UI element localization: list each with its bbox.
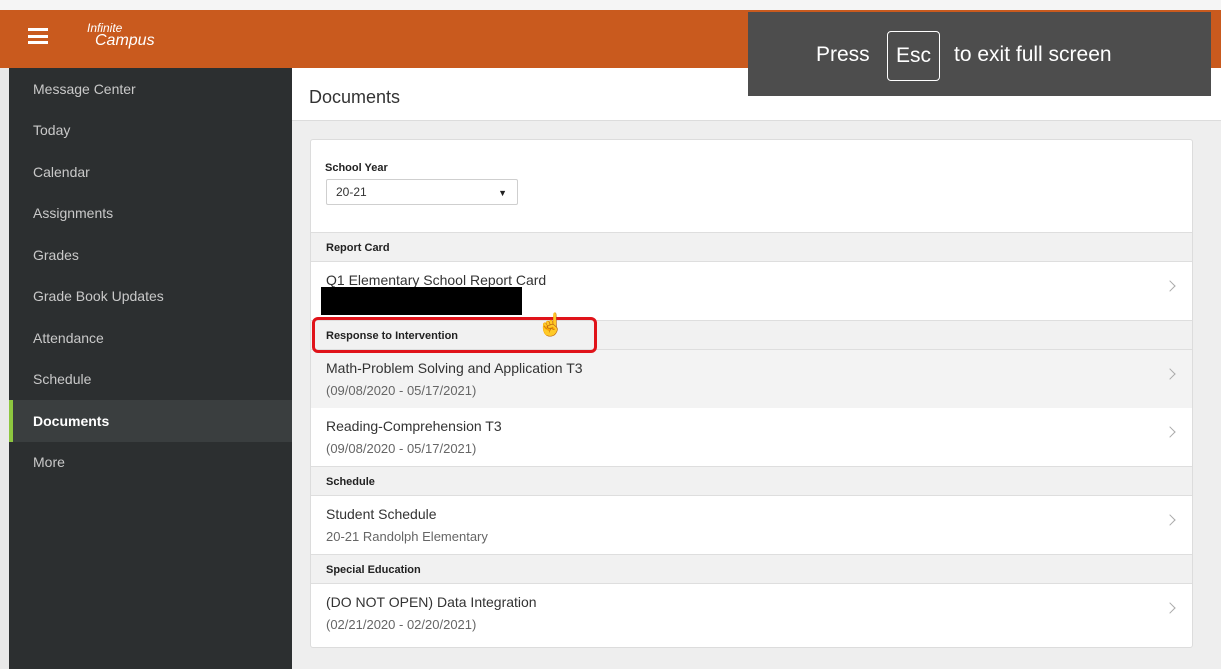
fullscreen-rest-text: to exit full screen bbox=[954, 43, 1112, 66]
sidebar-item-grade-book-updates[interactable]: Grade Book Updates bbox=[9, 276, 292, 318]
esc-key-icon: Esc bbox=[887, 31, 940, 81]
document-title: Q1 Elementary School Report Card bbox=[326, 272, 547, 288]
sidebar-item-more[interactable]: More bbox=[9, 442, 292, 484]
chevron-right-icon bbox=[1164, 602, 1176, 614]
sidebar-item-today[interactable]: Today bbox=[9, 110, 292, 152]
sidebar-nav: Message Center Today Calendar Assignment… bbox=[9, 68, 292, 669]
section-label: Schedule bbox=[326, 476, 375, 488]
logo-line2: Campus bbox=[95, 32, 155, 49]
section-header-schedule: Schedule bbox=[311, 466, 1192, 496]
document-title: Reading-Comprehension T3 bbox=[326, 418, 502, 434]
documents-card: School Year 20-21 ▼ Report Card Q1 Eleme… bbox=[310, 139, 1193, 648]
chevron-right-icon bbox=[1164, 368, 1176, 380]
main-content: Documents School Year 20-21 ▼ Report Car… bbox=[292, 68, 1221, 669]
document-title: Math-Problem Solving and Application T3 bbox=[326, 360, 583, 376]
section-label: Special Education bbox=[326, 564, 421, 576]
school-year-label: School Year bbox=[325, 162, 388, 174]
fullscreen-press-text: Press bbox=[816, 43, 870, 66]
sidebar-item-grades[interactable]: Grades bbox=[9, 234, 292, 276]
document-date-range: (09/08/2020 - 05/17/2021) bbox=[326, 383, 477, 398]
document-subtitle: 20-21 Randolph Elementary bbox=[326, 529, 488, 544]
dropdown-caret-icon: ▼ bbox=[498, 188, 507, 198]
school-year-value: 20-21 bbox=[336, 185, 367, 199]
section-label: Report Card bbox=[326, 242, 390, 254]
fullscreen-exit-banner: Press Esc to exit full screen bbox=[748, 12, 1211, 96]
document-row-math-problem-solving[interactable]: Math-Problem Solving and Application T3 … bbox=[311, 350, 1192, 408]
sidebar-item-schedule[interactable]: Schedule bbox=[9, 359, 292, 401]
redaction-bar bbox=[321, 287, 522, 315]
browser-top-strip bbox=[0, 0, 1221, 10]
sidebar-item-assignments[interactable]: Assignments bbox=[9, 193, 292, 235]
document-title: (DO NOT OPEN) Data Integration bbox=[326, 594, 537, 610]
hamburger-menu-icon[interactable] bbox=[28, 28, 48, 44]
document-date-range: (09/08/2020 - 05/17/2021) bbox=[326, 441, 477, 456]
section-header-report-card: Report Card bbox=[311, 232, 1192, 262]
document-date-range: (02/21/2020 - 02/20/2021) bbox=[326, 617, 477, 632]
document-row-data-integration[interactable]: (DO NOT OPEN) Data Integration (02/21/20… bbox=[311, 584, 1192, 642]
chevron-right-icon bbox=[1164, 514, 1176, 526]
page-title: Documents bbox=[309, 87, 401, 107]
chevron-right-icon bbox=[1164, 280, 1176, 292]
school-year-select[interactable]: 20-21 ▼ bbox=[326, 179, 518, 205]
document-row-student-schedule[interactable]: Student Schedule 20-21 Randolph Elementa… bbox=[311, 496, 1192, 554]
sidebar-item-documents[interactable]: Documents bbox=[9, 400, 292, 442]
infinite-campus-logo[interactable]: Infinite Campus bbox=[87, 22, 155, 49]
document-row-q1-report-card[interactable]: Q1 Elementary School Report Card bbox=[311, 262, 1192, 320]
chevron-right-icon bbox=[1164, 426, 1176, 438]
document-title: Student Schedule bbox=[326, 506, 437, 522]
sidebar-item-calendar[interactable]: Calendar bbox=[9, 151, 292, 193]
section-header-special-education: Special Education bbox=[311, 554, 1192, 584]
sidebar-item-message-center[interactable]: Message Center bbox=[9, 68, 292, 110]
sidebar-item-attendance[interactable]: Attendance bbox=[9, 317, 292, 359]
school-year-area: School Year 20-21 ▼ bbox=[311, 140, 1192, 232]
document-row-reading-comprehension[interactable]: Reading-Comprehension T3 (09/08/2020 - 0… bbox=[311, 408, 1192, 466]
hand-pointer-icon: ☝ bbox=[537, 312, 565, 337]
